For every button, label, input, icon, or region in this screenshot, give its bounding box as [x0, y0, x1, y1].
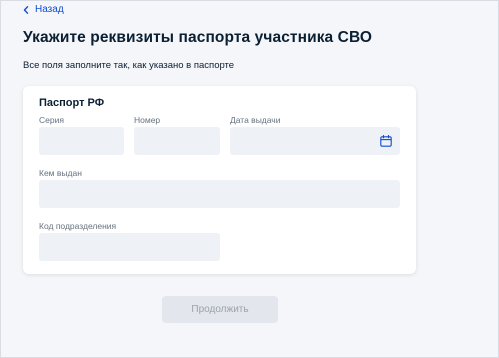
back-link-label: Назад: [35, 4, 64, 15]
number-label: Номер: [134, 115, 161, 125]
page-title: Укажите реквизиты паспорта участника СВО: [23, 29, 373, 46]
number-input[interactable]: [134, 127, 220, 155]
division-code-input[interactable]: [39, 233, 220, 261]
continue-button[interactable]: Продолжить: [162, 296, 278, 323]
issued-by-label: Кем выдан: [39, 168, 82, 178]
division-code-label: Код подразделения: [39, 221, 117, 231]
series-input[interactable]: [39, 127, 124, 155]
calendar-icon[interactable]: [380, 135, 392, 147]
issued-by-input[interactable]: [39, 180, 400, 208]
issue-date-label: Дата выдачи: [230, 115, 281, 125]
issue-date-input[interactable]: [230, 127, 400, 155]
series-label: Серия: [39, 115, 64, 125]
passport-form-card: Паспорт РФ Серия Номер Дата выдачи Кем в…: [23, 86, 416, 274]
page-subtitle: Все поля заполните так, как указано в па…: [23, 60, 235, 71]
section-title: Паспорт РФ: [39, 97, 105, 109]
chevron-left-icon: [23, 5, 29, 14]
back-link[interactable]: Назад: [23, 4, 64, 15]
